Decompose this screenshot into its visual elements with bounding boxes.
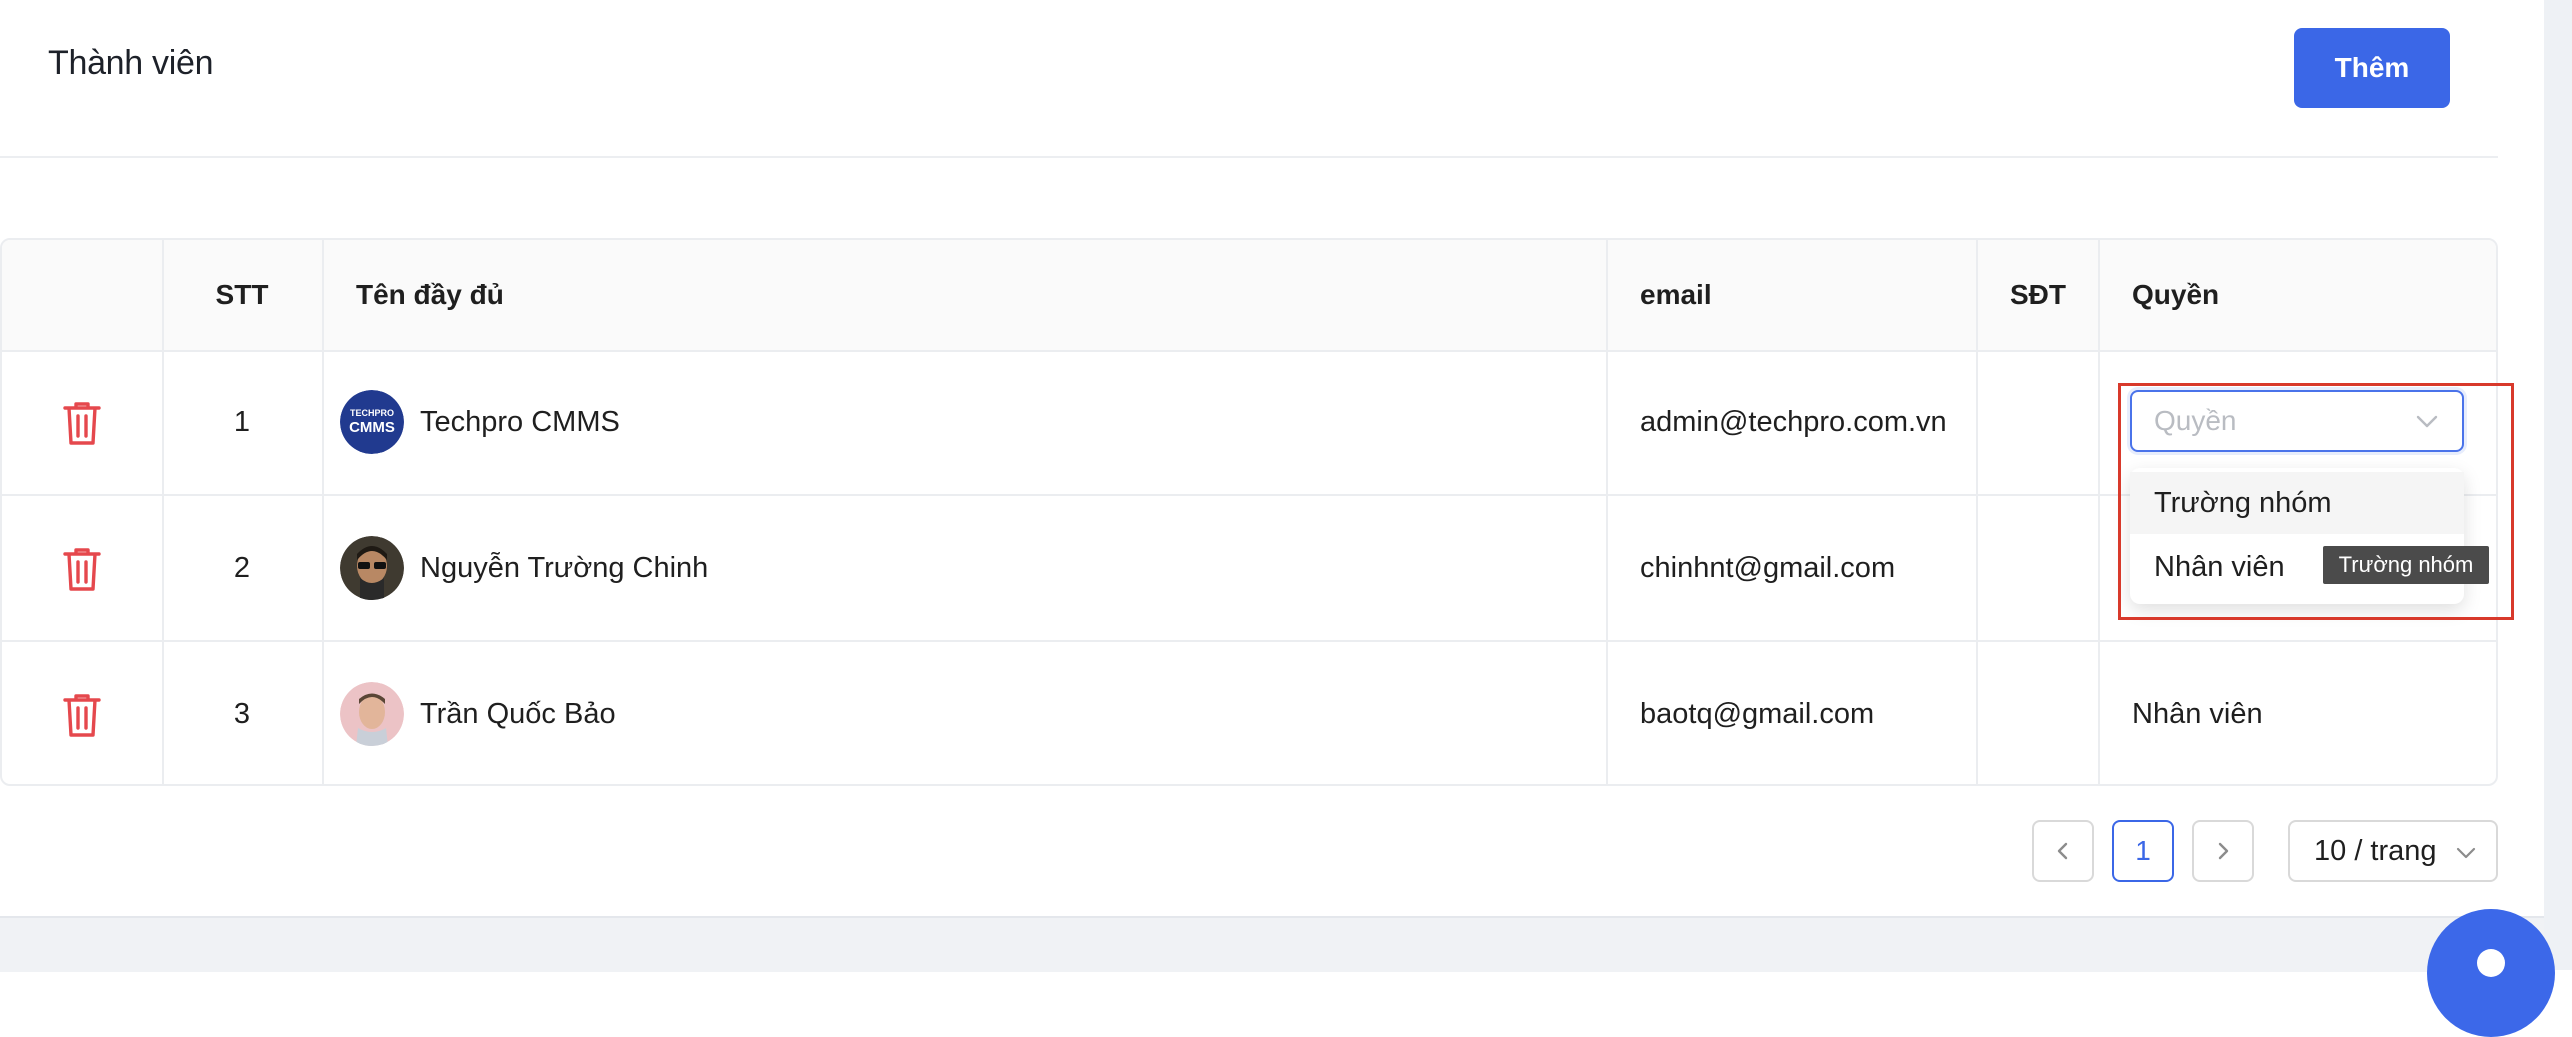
delete-trash-icon[interactable] <box>62 692 102 738</box>
column-header-stt: STT <box>215 279 269 310</box>
column-header-phone: SĐT <box>2010 279 2066 310</box>
avatar: TECHPRO CMMS <box>340 390 404 454</box>
floating-chat-button[interactable] <box>2427 909 2555 1037</box>
member-role: Nhân viên <box>2132 697 2263 730</box>
page-size-value: 10 / trang <box>2314 834 2437 867</box>
page-size-select[interactable]: 10 / trang <box>2288 820 2498 882</box>
member-phone <box>2010 642 2090 784</box>
row-index: 1 <box>233 405 251 438</box>
column-header-role: Quyền <box>2132 279 2220 310</box>
chat-icon <box>2477 949 2505 977</box>
table-row: 3 Trần Quốc Bảo baotq@gmail.com Nhân viê… <box>2 642 2496 784</box>
right-scroll-area <box>2544 0 2572 970</box>
delete-trash-icon[interactable] <box>62 546 102 592</box>
member-name: Trần Quốc Bảo <box>420 697 616 730</box>
page-title: Thành viên <box>48 44 214 82</box>
member-email: admin@techpro.com.vn <box>1640 405 1947 438</box>
column-header-fullname: Tên đầy đủ <box>356 279 504 310</box>
avatar <box>340 536 404 600</box>
annotation-highlight-box <box>2118 383 2514 620</box>
member-name-cell: Trần Quốc Bảo <box>340 642 1590 784</box>
add-member-button[interactable]: Thêm <box>2294 28 2450 108</box>
row-index: 3 <box>233 697 251 730</box>
avatar-logo-small-text: TECHPRO <box>350 408 394 418</box>
row-index: 2 <box>233 551 251 584</box>
member-name: Techpro CMMS <box>420 405 620 438</box>
next-page-button[interactable] <box>2192 820 2254 882</box>
column-header-actions <box>2 240 162 350</box>
member-phone <box>2010 496 2090 640</box>
member-name-cell: Nguyễn Trường Chinh <box>340 496 1590 640</box>
prev-page-button[interactable] <box>2032 820 2094 882</box>
header-divider <box>0 156 2498 158</box>
member-phone <box>2010 350 2090 494</box>
avatar <box>340 682 404 746</box>
member-email: baotq@gmail.com <box>1640 697 1875 730</box>
chevron-down-icon <box>2454 840 2478 864</box>
member-email: chinhnt@gmail.com <box>1640 551 1896 584</box>
chevron-left-icon <box>2057 842 2068 860</box>
avatar-logo-text: CMMS <box>349 419 395 436</box>
page-number-button[interactable]: 1 <box>2112 820 2174 882</box>
column-header-email: email <box>1640 279 1712 310</box>
member-name: Nguyễn Trường Chinh <box>420 551 709 584</box>
chevron-right-icon <box>2218 842 2229 860</box>
table-header: STT Tên đầy đủ email SĐT Quyền <box>2 240 2496 352</box>
member-name-cell: TECHPRO CMMS Techpro CMMS <box>340 350 1590 494</box>
delete-trash-icon[interactable] <box>62 400 102 446</box>
page-footer-area <box>0 916 2544 972</box>
